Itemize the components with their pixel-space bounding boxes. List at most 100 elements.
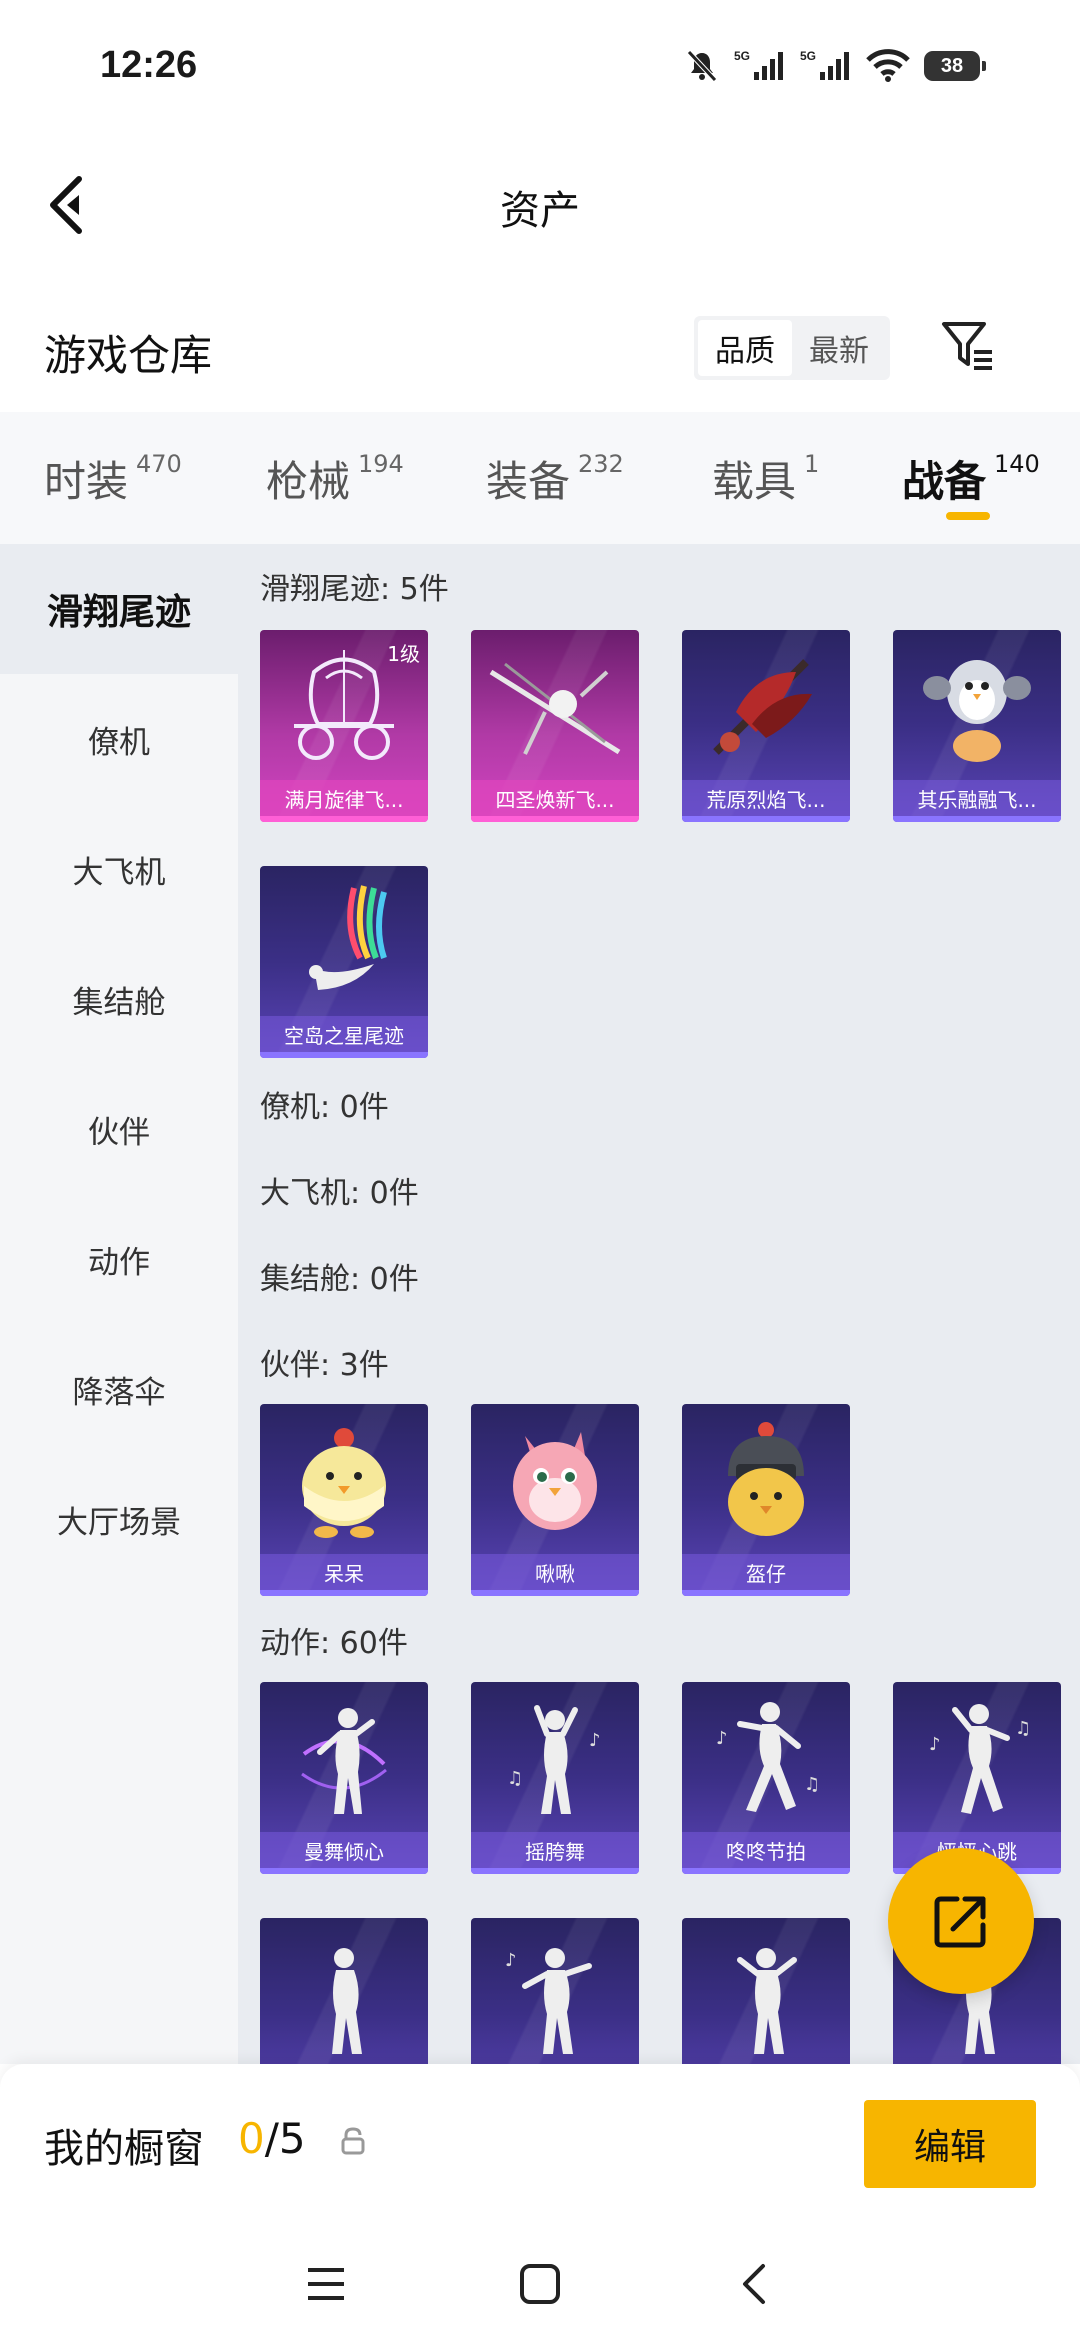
card-bottom-bar bbox=[260, 1868, 428, 1874]
item-card[interactable]: ♪♫ 怦怦心跳 bbox=[893, 1682, 1061, 1874]
item-card[interactable]: ♪ bbox=[471, 1918, 639, 2064]
warehouse-row: 游戏仓库 品质 最新 bbox=[0, 300, 1080, 410]
dance-pose-icon: ♪ bbox=[505, 1948, 592, 2054]
tab-count: 1 bbox=[804, 450, 820, 478]
dance-pose-icon bbox=[332, 1948, 362, 2054]
item-label: 其乐融融飞... bbox=[893, 780, 1061, 816]
item-label: 四圣焕新飞... bbox=[471, 780, 639, 816]
sidebar-item-parachute[interactable]: 降落伞 bbox=[0, 1324, 238, 1454]
rainbow-trail-icon bbox=[309, 885, 387, 990]
tab-count: 194 bbox=[358, 450, 404, 478]
sort-option-latest[interactable]: 最新 bbox=[792, 320, 886, 376]
signal-5g-icon: 5G bbox=[734, 49, 783, 80]
section-title-wingman: 僚机: 0件 bbox=[260, 1090, 389, 1125]
filter-button[interactable] bbox=[936, 314, 1000, 378]
page-title: 资产 bbox=[500, 188, 580, 234]
item-label: 空岛之星尾迹 bbox=[260, 1016, 428, 1052]
item-card[interactable]: 曼舞倾心 bbox=[260, 1682, 428, 1874]
status-icons: 5G 5G 38 bbox=[684, 48, 986, 84]
header: 资产 bbox=[0, 140, 1080, 270]
tab-count: 232 bbox=[578, 450, 624, 478]
sidebar-item-wingman[interactable]: 僚机 bbox=[0, 674, 238, 804]
sidebar-item-lobby-scene[interactable]: 大厅场景 bbox=[0, 1454, 238, 1584]
card-bottom-bar bbox=[260, 1590, 428, 1596]
warehouse-title: 游戏仓库 bbox=[44, 331, 213, 380]
item-label: 摇胯舞 bbox=[471, 1832, 639, 1868]
item-card[interactable] bbox=[260, 1918, 428, 2064]
card-bottom-bar bbox=[682, 1590, 850, 1596]
edit-button[interactable]: 编辑 bbox=[864, 2100, 1036, 2188]
svg-text:♪: ♪ bbox=[716, 1728, 728, 1749]
item-label: 呆呆 bbox=[260, 1554, 428, 1590]
tab-equipment[interactable]: 装备 232 bbox=[486, 448, 624, 509]
svg-text:♪: ♪ bbox=[589, 1730, 601, 1751]
tab-fashion[interactable]: 时装 470 bbox=[44, 448, 182, 509]
category-tabs: 时装 470 枪械 194 装备 232 载具 1 战备 140 bbox=[0, 412, 1080, 544]
sidebar-item-big-plane[interactable]: 大飞机 bbox=[0, 804, 238, 934]
sidebar-item-assembly-pod[interactable]: 集结舱 bbox=[0, 934, 238, 1064]
dance-pose-icon bbox=[737, 1948, 797, 2054]
status-time: 12:26 bbox=[100, 44, 198, 86]
sidebar-item-emote[interactable]: 动作 bbox=[0, 1194, 238, 1324]
section-title-assembly-pod: 集结舱: 0件 bbox=[260, 1262, 419, 1297]
section-title-emote: 动作: 60件 bbox=[260, 1626, 408, 1661]
item-card[interactable]: 盔仔 bbox=[682, 1404, 850, 1596]
glider-wing-icon bbox=[489, 662, 621, 755]
section-title-big-plane: 大飞机: 0件 bbox=[260, 1176, 419, 1211]
card-bottom-bar bbox=[682, 1868, 850, 1874]
level-badge: 1级 bbox=[387, 642, 420, 666]
item-card[interactable]: 1级 满月旋律飞... bbox=[260, 630, 428, 822]
card-bottom-bar bbox=[260, 1052, 428, 1058]
svg-text:♪: ♪ bbox=[929, 1734, 941, 1755]
tab-vehicles[interactable]: 载具 1 bbox=[712, 448, 819, 509]
home-square-icon bbox=[520, 2264, 560, 2304]
wifi-icon bbox=[866, 49, 910, 82]
dance-pose-icon: ♪♫ bbox=[929, 1704, 1031, 1814]
item-card[interactable]: 啾啾 bbox=[471, 1404, 639, 1596]
dance-pose-icon bbox=[301, 1708, 387, 1814]
tab-war-prep[interactable]: 战备 140 bbox=[902, 448, 1040, 509]
signal-5g-icon-2: 5G bbox=[800, 49, 849, 80]
sort-option-quality[interactable]: 品质 bbox=[698, 320, 792, 376]
svg-text:♫: ♫ bbox=[804, 1774, 820, 1795]
helmet-chick-icon bbox=[728, 1422, 804, 1536]
lock-icon bbox=[341, 2127, 365, 2155]
item-label: 啾啾 bbox=[471, 1554, 639, 1590]
item-label: 咚咚节拍 bbox=[682, 1832, 850, 1868]
tab-label: 战备 bbox=[902, 457, 987, 506]
tab-guns[interactable]: 枪械 194 bbox=[266, 448, 404, 509]
nav-back-button[interactable] bbox=[714, 2254, 794, 2314]
sidebar: 滑翔尾迹 僚机 大飞机 集结舱 伙伴 动作 降落伞 大厅场景 bbox=[0, 544, 238, 2064]
share-fab-button[interactable] bbox=[888, 1848, 1034, 1994]
nav-back-icon bbox=[743, 2264, 765, 2304]
sidebar-item-glide-trail[interactable]: 滑翔尾迹 bbox=[0, 544, 238, 674]
penguin-glider-icon bbox=[923, 660, 1031, 762]
item-card[interactable]: 其乐融融飞... bbox=[893, 630, 1061, 822]
showcase-bar: 我的橱窗 0/5 编辑 bbox=[0, 2064, 1080, 2224]
tab-label: 装备 bbox=[486, 457, 571, 506]
sidebar-item-companion[interactable]: 伙伴 bbox=[0, 1064, 238, 1194]
item-label: 曼舞倾心 bbox=[260, 1832, 428, 1868]
item-card[interactable]: ♪ ♫ 咚咚节拍 bbox=[682, 1682, 850, 1874]
item-card[interactable] bbox=[682, 1918, 850, 2064]
item-card[interactable]: 呆呆 bbox=[260, 1404, 428, 1596]
tab-label: 时装 bbox=[44, 457, 129, 506]
card-bottom-bar bbox=[893, 816, 1061, 822]
sort-toggle: 品质 最新 bbox=[694, 316, 890, 380]
content-area: 滑翔尾迹: 5件 1级 满月旋律飞... 四圣焕新飞... 荒原烈焰飞... 其… bbox=[238, 544, 1080, 2064]
nav-home-button[interactable] bbox=[500, 2254, 580, 2314]
nav-menu-button[interactable] bbox=[286, 2254, 366, 2314]
item-label: 盔仔 bbox=[682, 1554, 850, 1590]
item-card[interactable]: 荒原烈焰飞... bbox=[682, 630, 850, 822]
signal2-label: 5G bbox=[800, 49, 816, 63]
item-card[interactable]: 四圣焕新飞... bbox=[471, 630, 639, 822]
svg-text:♫: ♫ bbox=[1015, 1718, 1031, 1739]
item-card[interactable]: ♪ ♫ 摇胯舞 bbox=[471, 1682, 639, 1874]
system-nav-bar bbox=[0, 2224, 1080, 2347]
dance-pose-icon: ♪♫ bbox=[716, 1702, 820, 1812]
item-card[interactable]: 空岛之星尾迹 bbox=[260, 866, 428, 1058]
battery-icon: 38 bbox=[924, 51, 986, 81]
menu-icon bbox=[308, 2268, 344, 2300]
tab-count: 470 bbox=[136, 450, 182, 478]
mute-bell-icon bbox=[687, 50, 717, 82]
